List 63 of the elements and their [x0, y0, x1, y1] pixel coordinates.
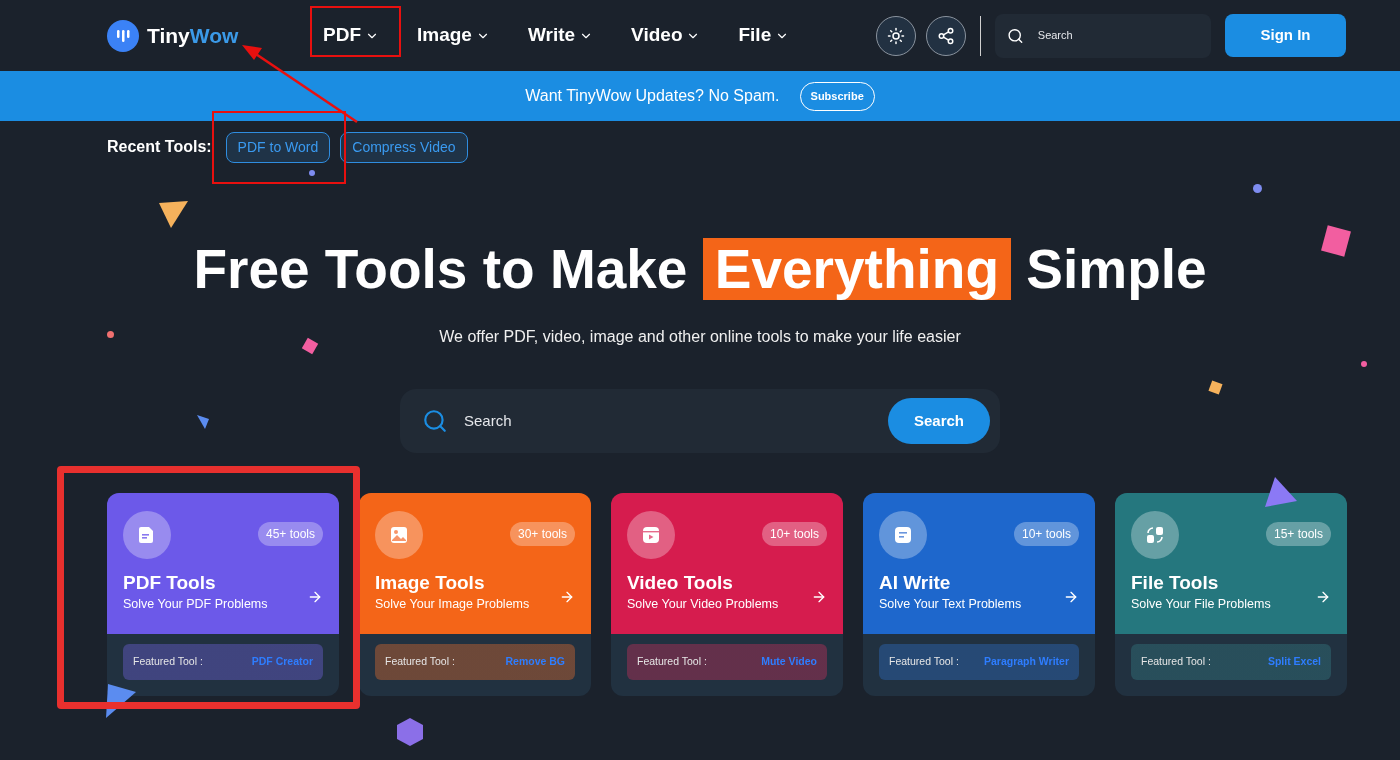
tool-count: 10+ tools: [761, 522, 827, 546]
arrow-right-icon: [1063, 589, 1079, 605]
arrow-right-icon: [559, 589, 575, 605]
featured-label: Featured Tool :: [889, 654, 959, 670]
card-subtitle: Solve Your Text Problems: [879, 596, 1022, 613]
recent-tool-chip[interactable]: PDF to Word: [225, 131, 331, 163]
hero-heading: Free Tools to Make Everything Simple: [193, 237, 1207, 301]
card-subtitle: Solve Your Video Problems: [627, 596, 779, 613]
tool-count: 30+ tools: [509, 522, 575, 546]
confetti-cube: [1321, 225, 1351, 257]
card-subtitle: Solve Your PDF Problems: [123, 596, 268, 613]
tool-count: 15+ tools: [1265, 522, 1331, 546]
share-button[interactable]: [926, 15, 966, 56]
confetti-triangle: [159, 201, 189, 229]
theme-toggle-button[interactable]: [876, 15, 916, 56]
card-subtitle: Solve Your File Problems: [1131, 596, 1271, 613]
header-search-input[interactable]: Search: [1037, 27, 1199, 44]
confetti-cube: [1208, 380, 1223, 395]
arrow-right-icon: [1315, 589, 1331, 605]
card-title: Image Tools: [375, 571, 486, 595]
featured-label: Featured Tool :: [385, 654, 455, 670]
recent-tools-label: Recent Tools:: [107, 137, 212, 157]
tool-category-card[interactable]: 30+ tools Image Tools Solve Your Image Problems Featured Tool : Remove BG: [359, 493, 591, 696]
featured-label: Featured Tool :: [637, 654, 707, 670]
arrow-right-icon: [307, 589, 323, 605]
confetti-triangle: [197, 415, 209, 429]
card-title: Video Tools: [627, 571, 734, 595]
featured-label: Featured Tool :: [1141, 654, 1211, 670]
tool-category-card[interactable]: 10+ tools Video Tools Solve Your Video Problems Featured Tool : Mute Video: [611, 493, 843, 696]
logo-link[interactable]: TinyWow: [147, 19, 239, 52]
search-field[interactable]: Search Search: [400, 389, 1000, 453]
hero-subtitle: We offer PDF, video, image and other online tools to make your life easier: [439, 327, 961, 347]
nav-menu[interactable]: PDF: [307, 13, 395, 58]
confetti-pyramid: [1265, 477, 1297, 509]
video-icon: [641, 525, 661, 545]
recent-tool-chip[interactable]: Compress Video: [340, 131, 468, 163]
tool-count: 45+ tools: [257, 522, 323, 546]
banner-text: Want TinyWow Updates? No Spam.: [525, 86, 780, 106]
search-button[interactable]: Search: [888, 398, 990, 444]
nav-menu[interactable]: Write: [511, 13, 610, 58]
card-title: PDF Tools: [123, 571, 217, 595]
image-icon: [389, 525, 409, 545]
card-title: File Tools: [1131, 571, 1220, 595]
arrow-right-icon: [811, 589, 827, 605]
logo-icon: [107, 19, 139, 52]
header-search-field[interactable]: Search: [995, 13, 1211, 58]
tool-category-card[interactable]: 45+ tools PDF Tools Solve Your PDF Problems Featured Tool : PDF Creator: [107, 493, 339, 696]
sun-icon: [887, 26, 905, 45]
share-icon: [937, 26, 955, 45]
nav-menu[interactable]: Image: [401, 13, 506, 58]
search-input[interactable]: Search: [464, 409, 872, 433]
tool-count: 10+ tools: [1013, 522, 1079, 546]
nav-menu[interactable]: File: [722, 13, 806, 58]
search-icon: [422, 408, 448, 434]
card-subtitle: Solve Your Image Problems: [375, 596, 530, 613]
nav-menu[interactable]: Video: [615, 13, 717, 58]
sign-in-button[interactable]: Sign In: [1225, 14, 1346, 57]
note-icon: [893, 525, 913, 545]
confetti-cube: [397, 718, 423, 746]
tool-category-card[interactable]: 10+ tools AI Write Solve Your Text Problems Featured Tool : Paragraph Writer: [863, 493, 1095, 696]
tool-category-card[interactable]: 15+ tools File Tools Solve Your File Problems Featured Tool : Split Excel: [1115, 493, 1347, 696]
featured-label: Featured Tool :: [133, 654, 203, 670]
card-title: AI Write: [879, 571, 952, 595]
